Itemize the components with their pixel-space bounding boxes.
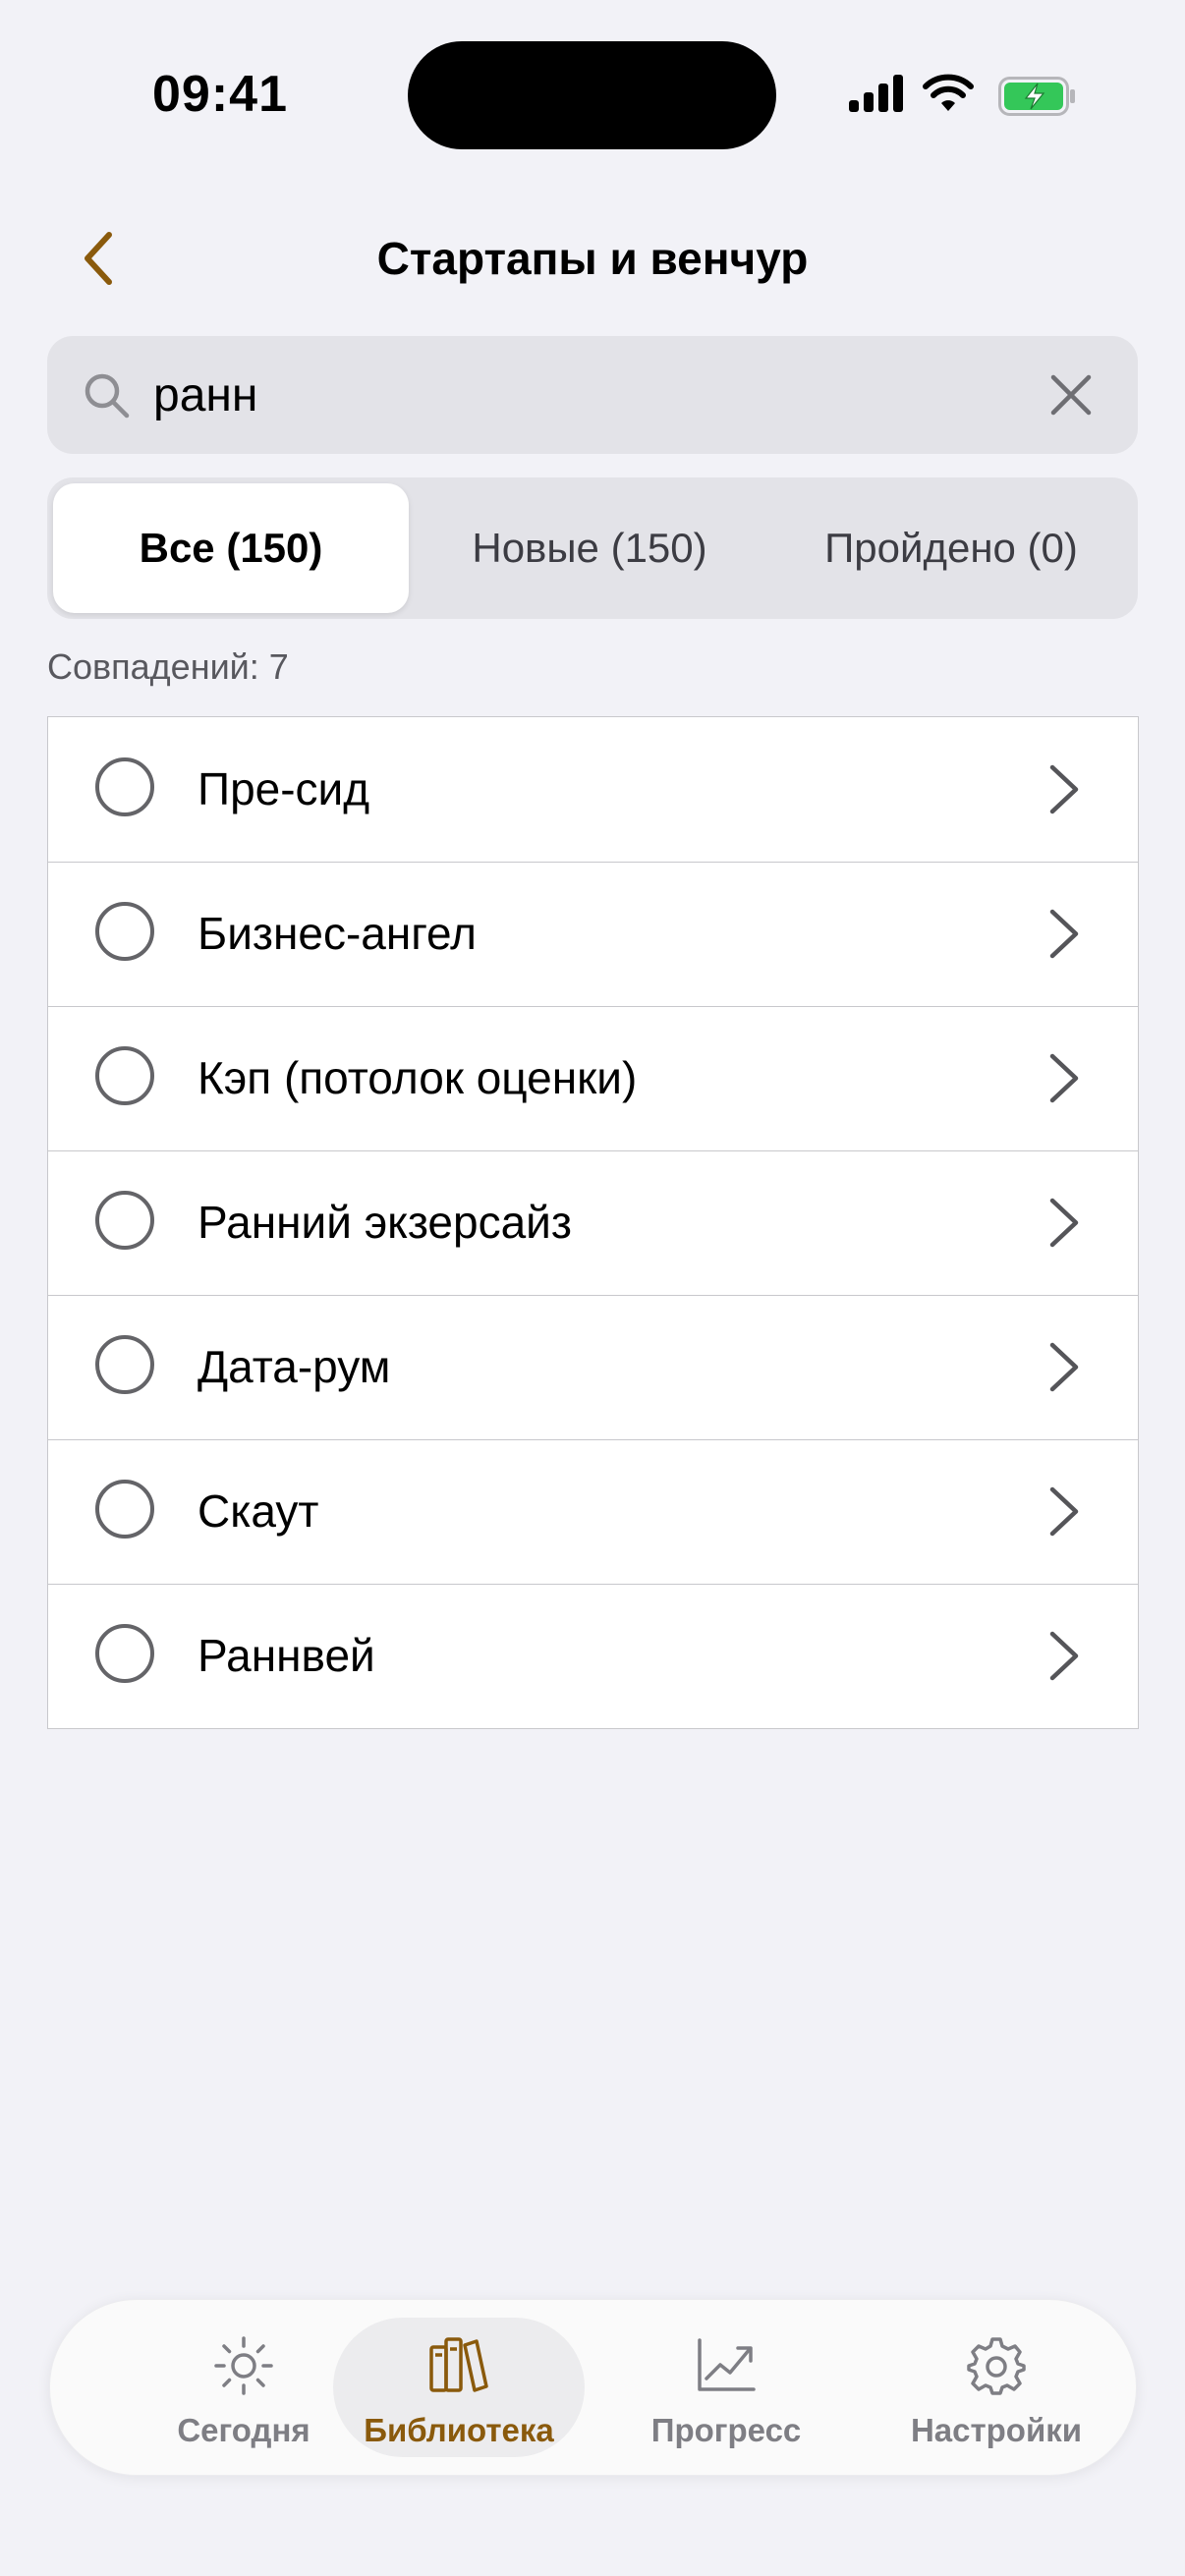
close-icon[interactable] — [1045, 369, 1097, 420]
radio-circle-icon — [95, 1624, 154, 1683]
tab-settings[interactable]: Настройки — [871, 2318, 1122, 2457]
chevron-right-icon — [1049, 1053, 1079, 1103]
list-item-label: Раннвей — [198, 1630, 375, 1681]
segment-completed[interactable]: Пройдено (0) — [770, 483, 1132, 613]
battery-charging-icon — [998, 77, 1075, 116]
tab-progress[interactable]: Прогресс — [600, 2318, 852, 2457]
chevron-right-icon — [1049, 1342, 1079, 1392]
list-item-label: Кэп (потолок оценки) — [198, 1052, 638, 1103]
tab-settings-label: Настройки — [910, 2412, 1083, 2448]
chart-icon — [698, 2338, 756, 2391]
signal-icon — [849, 75, 903, 112]
radio-circle-icon — [95, 902, 154, 961]
list-item[interactable]: Скаут — [48, 1439, 1138, 1584]
filter-segmented-control: Все (150) Новые (150) Пройдено (0) — [47, 477, 1138, 619]
list-item[interactable]: Дата-рум — [48, 1295, 1138, 1439]
segment-new[interactable]: Новые (150) — [413, 483, 766, 613]
chevron-right-icon — [1049, 1486, 1079, 1537]
search-input[interactable] — [153, 356, 1038, 434]
list-item[interactable]: Раннвей — [48, 1584, 1138, 1728]
status-time: 09:41 — [152, 66, 288, 123]
page-title: Стартапы и венчур — [376, 233, 809, 284]
tab-today[interactable]: Сегодня — [118, 2318, 369, 2457]
books-icon — [429, 2337, 488, 2392]
tab-progress-label: Прогресс — [650, 2412, 802, 2448]
tab-bar: Сегодня Библиотека Прогресс Настройки — [49, 2299, 1137, 2476]
match-count: Совпадений: 7 — [47, 646, 289, 687]
tab-library[interactable]: Библиотека — [333, 2318, 585, 2457]
list-item[interactable]: Кэп (потолок оценки) — [48, 1006, 1138, 1150]
list-item-label: Пре-сид — [198, 763, 370, 814]
list-item-label: Ранний экзерсайз — [198, 1197, 572, 1248]
results-list: Пре-сид Бизнес-ангел Кэп (потолок оценки… — [47, 716, 1139, 1729]
segment-all[interactable]: Все (150) — [53, 483, 409, 613]
tab-today-label: Сегодня — [177, 2412, 310, 2448]
radio-circle-icon — [95, 1480, 154, 1539]
wifi-icon — [923, 74, 974, 111]
search-bar — [47, 336, 1138, 454]
radio-circle-icon — [95, 757, 154, 816]
list-item-label: Бизнес-ангел — [198, 908, 477, 959]
chevron-right-icon — [1049, 909, 1079, 959]
chevron-right-icon — [1049, 1631, 1079, 1681]
gear-icon — [967, 2337, 1026, 2395]
list-item[interactable]: Пре-сид — [48, 717, 1138, 862]
tab-library-label: Библиотека — [364, 2412, 554, 2448]
list-item-label: Скаут — [198, 1485, 319, 1537]
list-item[interactable]: Бизнес-ангел — [48, 862, 1138, 1006]
sun-icon — [214, 2336, 273, 2395]
list-item[interactable]: Ранний экзерсайз — [48, 1150, 1138, 1295]
chevron-right-icon — [1049, 1198, 1079, 1248]
status-icons — [847, 69, 975, 118]
chevron-right-icon — [1049, 764, 1079, 814]
radio-circle-icon — [95, 1335, 154, 1394]
search-icon — [85, 373, 130, 419]
list-item-label: Дата-рум — [198, 1341, 391, 1392]
radio-circle-icon — [95, 1046, 154, 1105]
dynamic-island — [408, 41, 776, 149]
radio-circle-icon — [95, 1191, 154, 1250]
